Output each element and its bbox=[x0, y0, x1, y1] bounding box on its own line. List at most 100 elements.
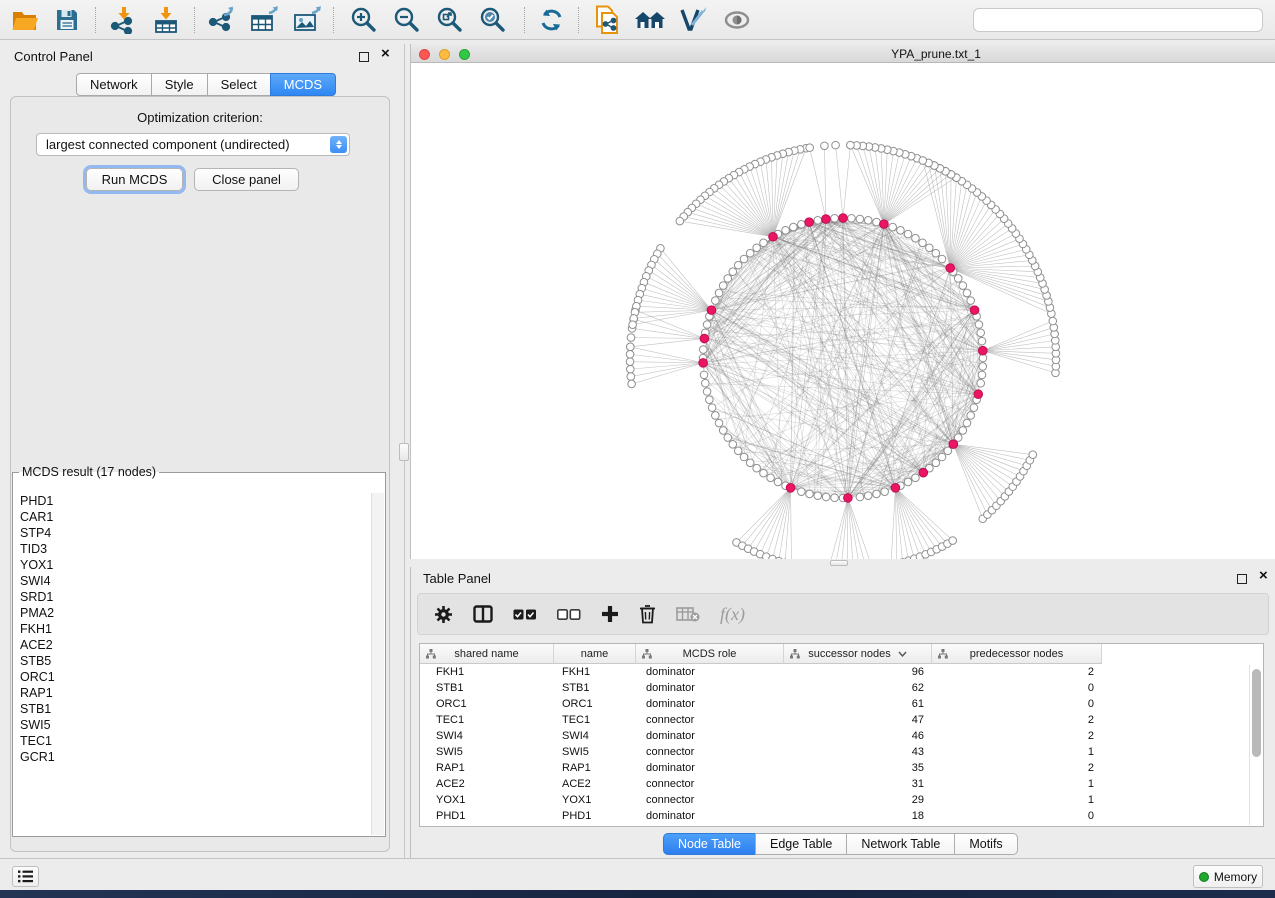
tab-node-table[interactable]: Node Table bbox=[663, 833, 756, 855]
network-node[interactable] bbox=[949, 537, 957, 545]
network-node[interactable] bbox=[848, 214, 856, 222]
network-node[interactable] bbox=[753, 244, 761, 252]
network-node[interactable] bbox=[740, 255, 748, 263]
network-node[interactable] bbox=[712, 297, 720, 305]
mcds-hub-node[interactable] bbox=[700, 334, 709, 343]
maximize-window-icon[interactable] bbox=[459, 49, 470, 60]
network-node[interactable] bbox=[978, 371, 986, 379]
mcds-result-item[interactable]: RAP1 bbox=[14, 685, 370, 701]
zoom-selected-button[interactable] bbox=[476, 5, 510, 35]
float-panel-icon[interactable] bbox=[359, 52, 369, 62]
mcds-hub-node[interactable] bbox=[844, 494, 853, 503]
network-node[interactable] bbox=[627, 373, 635, 381]
mcds-result-item[interactable]: FKH1 bbox=[14, 621, 370, 637]
network-node[interactable] bbox=[1049, 317, 1057, 325]
mcds-result-item[interactable]: STP4 bbox=[14, 525, 370, 541]
network-node[interactable] bbox=[712, 412, 720, 420]
delete-table-button[interactable] bbox=[676, 606, 700, 622]
network-node[interactable] bbox=[926, 244, 934, 252]
network-node[interactable] bbox=[760, 239, 768, 247]
mcds-hub-node[interactable] bbox=[707, 306, 716, 315]
network-node[interactable] bbox=[889, 223, 897, 231]
network-node[interactable] bbox=[979, 363, 987, 371]
float-panel-icon[interactable] bbox=[1237, 574, 1247, 584]
network-node[interactable] bbox=[904, 230, 912, 238]
network-node[interactable] bbox=[977, 329, 985, 337]
network-node[interactable] bbox=[790, 223, 798, 231]
network-node[interactable] bbox=[626, 343, 634, 351]
network-node[interactable] bbox=[822, 493, 830, 501]
table-row[interactable]: RAP1RAP1dominator352 bbox=[420, 760, 1248, 776]
network-node[interactable] bbox=[701, 379, 709, 387]
mcds-result-item[interactable]: SWI5 bbox=[14, 717, 370, 733]
network-node[interactable] bbox=[724, 434, 732, 442]
export-image-button[interactable] bbox=[290, 5, 324, 35]
mcds-result-item[interactable]: TEC1 bbox=[14, 733, 370, 749]
zoom-fit-button[interactable] bbox=[433, 5, 467, 35]
network-titlebar[interactable]: YPA_prune.txt_1 bbox=[411, 44, 1275, 63]
mcds-hub-node[interactable] bbox=[769, 232, 778, 241]
mcds-result-item[interactable]: PMA2 bbox=[14, 605, 370, 621]
network-node[interactable] bbox=[699, 346, 707, 354]
mcds-hub-node[interactable] bbox=[970, 306, 979, 315]
network-node[interactable] bbox=[856, 493, 864, 501]
column-header-name[interactable]: name bbox=[554, 644, 636, 664]
task-history-button[interactable] bbox=[12, 866, 39, 887]
import-table-button[interactable] bbox=[149, 5, 183, 35]
network-node[interactable] bbox=[703, 321, 711, 329]
network-node[interactable] bbox=[967, 412, 975, 420]
network-node[interactable] bbox=[932, 249, 940, 257]
column-header-shared-name[interactable]: shared name bbox=[420, 644, 554, 664]
export-network-button[interactable] bbox=[205, 5, 239, 35]
network-node[interactable] bbox=[938, 453, 946, 461]
network-node[interactable] bbox=[798, 221, 806, 229]
network-node[interactable] bbox=[782, 227, 790, 235]
mcds-list-scrollbar[interactable] bbox=[371, 493, 384, 835]
clone-network-button[interactable] bbox=[590, 5, 624, 35]
table-settings-button[interactable] bbox=[434, 605, 453, 624]
hide-eye-button[interactable] bbox=[720, 5, 754, 35]
network-node[interactable] bbox=[767, 474, 775, 482]
close-window-icon[interactable] bbox=[419, 49, 430, 60]
mcds-result-item[interactable]: ORC1 bbox=[14, 669, 370, 685]
network-node[interactable] bbox=[932, 459, 940, 467]
tab-edge-table[interactable]: Edge Table bbox=[755, 833, 847, 855]
network-node[interactable] bbox=[798, 488, 806, 496]
network-node[interactable] bbox=[864, 492, 872, 500]
network-node[interactable] bbox=[959, 427, 967, 435]
network-node[interactable] bbox=[919, 239, 927, 247]
select-all-button[interactable] bbox=[513, 609, 537, 620]
delete-column-button[interactable] bbox=[639, 604, 656, 624]
mcds-hub-node[interactable] bbox=[839, 214, 848, 223]
network-node[interactable] bbox=[881, 488, 889, 496]
network-node[interactable] bbox=[746, 459, 754, 467]
tab-style[interactable]: Style bbox=[151, 73, 208, 96]
network-node[interactable] bbox=[967, 297, 975, 305]
table-row[interactable]: PHD1PHD1dominator180 bbox=[420, 808, 1248, 824]
close-panel-icon[interactable]: × bbox=[1259, 569, 1268, 583]
network-node[interactable] bbox=[978, 337, 986, 345]
zoom-in-button[interactable] bbox=[347, 5, 381, 35]
network-node[interactable] bbox=[729, 441, 737, 449]
minimize-window-icon[interactable] bbox=[439, 49, 450, 60]
vertical-splitter[interactable] bbox=[398, 44, 410, 858]
network-node[interactable] bbox=[734, 447, 742, 455]
show-columns-button[interactable] bbox=[473, 605, 493, 623]
network-node[interactable] bbox=[847, 141, 855, 149]
network-node[interactable] bbox=[944, 447, 952, 455]
tab-select[interactable]: Select bbox=[207, 73, 271, 96]
save-session-button[interactable] bbox=[50, 5, 84, 35]
network-node[interactable] bbox=[626, 350, 634, 358]
network-graph[interactable] bbox=[411, 63, 1275, 559]
network-node[interactable] bbox=[627, 334, 635, 342]
network-node[interactable] bbox=[873, 218, 881, 226]
tab-mcds[interactable]: MCDS bbox=[270, 73, 336, 96]
mcds-hub-node[interactable] bbox=[974, 390, 983, 399]
mcds-hub-node[interactable] bbox=[946, 264, 955, 273]
mcds-result-list[interactable]: PHD1CAR1STP4TID3YOX1SWI4SRD1PMA2FKH1ACE2… bbox=[14, 493, 370, 835]
network-node[interactable] bbox=[719, 427, 727, 435]
add-column-button[interactable] bbox=[601, 605, 619, 623]
splitter-grip[interactable] bbox=[830, 560, 848, 566]
mcds-result-item[interactable]: SWI4 bbox=[14, 573, 370, 589]
network-node[interactable] bbox=[856, 215, 864, 223]
